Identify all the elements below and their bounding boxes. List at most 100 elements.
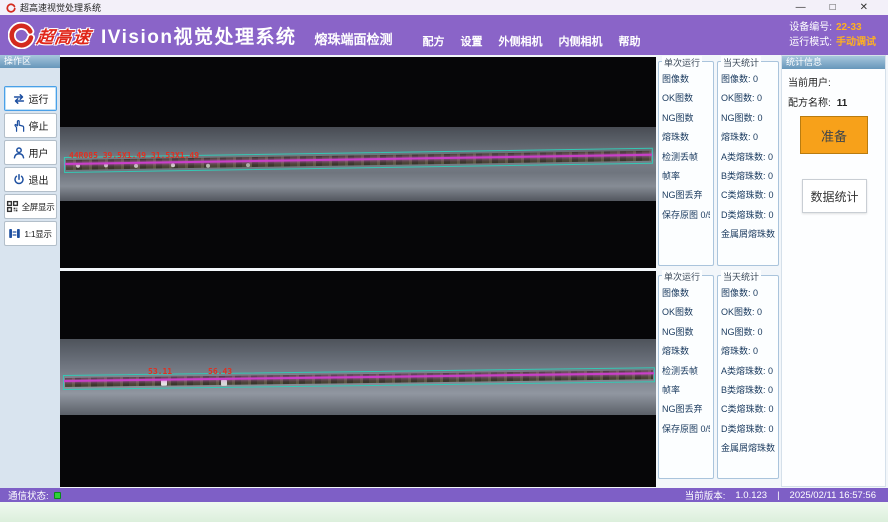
stat-row: 金属屑熔珠数: 0 bbox=[721, 441, 775, 460]
exit-button[interactable]: 退出 bbox=[4, 167, 57, 192]
data-statistics-button[interactable]: 数据统计 bbox=[802, 179, 867, 213]
recipe-name-value: 11 bbox=[837, 98, 848, 109]
stat-row: 熔珠数 bbox=[662, 344, 710, 363]
os-titlebar: 超高速视觉处理系统 — □ ✕ bbox=[0, 0, 888, 15]
groupbox-title: 当天统计 bbox=[721, 270, 761, 283]
page-title: IVision视觉处理系统 bbox=[101, 22, 296, 49]
single-run-stats-bottom: 单次运行 图像数 OK图数 NG图数 熔珠数 检测丢帧 帧率 NG图丢弃 保存原… bbox=[658, 275, 714, 479]
single-run-stats-top: 单次运行 图像数 OK图数 NG图数 熔珠数 检测丢帧 帧率 NG图丢弃 保存原… bbox=[658, 61, 714, 266]
annotation-text: 56.43 bbox=[208, 367, 232, 376]
logo-swoosh-icon bbox=[8, 22, 35, 49]
stat-row: 熔珠数: 0 bbox=[721, 344, 775, 363]
stat-row: C类熔珠数: 0 bbox=[721, 402, 775, 421]
stat-row: OK图数 bbox=[662, 305, 710, 324]
one-to-one-button[interactable]: 1:1显示 bbox=[4, 221, 57, 246]
stop-button-label: 停止 bbox=[29, 118, 49, 133]
stat-row: 帧率 bbox=[662, 169, 710, 188]
stat-row: 金属屑熔珠数: 0 bbox=[721, 227, 775, 246]
version-label: 当前版本: bbox=[685, 488, 726, 502]
window-title: 超高速视觉处理系统 bbox=[20, 1, 101, 14]
page-subtitle: 熔珠端面检测 bbox=[314, 29, 392, 48]
stop-hand-icon bbox=[12, 119, 26, 133]
camera-view-inner: 53.11 56.43 bbox=[60, 271, 656, 487]
user-button-label: 用户 bbox=[29, 145, 49, 160]
stat-row: 熔珠数: 0 bbox=[721, 130, 775, 149]
app-window: 超高速视觉处理系统 — □ ✕ 超高速 IVision视觉处理系统 熔珠端面检测… bbox=[0, 0, 888, 502]
stat-row: NG图数 bbox=[662, 325, 710, 344]
stat-row: NG图数: 0 bbox=[721, 325, 775, 344]
stat-row: C类熔珠数: 0 bbox=[721, 188, 775, 207]
recipe-name-label: 配方名称: bbox=[788, 98, 831, 109]
stat-row: OK图数: 0 bbox=[721, 305, 775, 324]
stat-row: NG图丢弃 bbox=[662, 402, 710, 421]
version-value: 1.0.123 bbox=[735, 490, 767, 501]
stat-row: A类熔珠数: 0 bbox=[721, 364, 775, 383]
stat-row: 检测丢帧 bbox=[662, 150, 710, 169]
comm-status-label: 通信状态: bbox=[8, 488, 49, 502]
stat-row: A类熔珠数: 0 bbox=[721, 150, 775, 169]
fullscreen-button-label: 全屏显示 bbox=[22, 201, 55, 213]
run-mode-label: 运行模式: bbox=[789, 37, 832, 48]
stat-row: 保存原图 0/500 bbox=[662, 422, 710, 441]
stat-row: 帧率 bbox=[662, 383, 710, 402]
brand-logo: 超高速 bbox=[8, 22, 91, 49]
app-header: 超高速 IVision视觉处理系统 熔珠端面检测 配方 设置 外侧相机 内侧相机… bbox=[0, 15, 888, 55]
operation-sidebar: 操作区 运行 停止 用户 退出 bbox=[0, 55, 60, 488]
stat-row: D类熔珠数: 0 bbox=[721, 422, 775, 441]
exit-button-label: 退出 bbox=[29, 172, 49, 187]
stat-row: B类熔珠数: 0 bbox=[721, 383, 775, 402]
user-icon bbox=[12, 146, 26, 160]
menu-item-settings[interactable]: 设置 bbox=[460, 33, 482, 49]
logo-text: 超高速 bbox=[35, 23, 93, 48]
stat-row: NG图丢弃 bbox=[662, 188, 710, 207]
device-id-value: 22-33 bbox=[836, 22, 862, 33]
menu-item-outer-camera[interactable]: 外侧相机 bbox=[498, 33, 542, 49]
device-info: 设备编号: 22-33 运行模式: 手动调试 bbox=[789, 20, 876, 51]
stat-row: 图像数 bbox=[662, 286, 710, 305]
stop-button[interactable]: 停止 bbox=[4, 113, 57, 138]
menu-item-inner-camera[interactable]: 内侧相机 bbox=[558, 33, 602, 49]
device-id-label: 设备编号: bbox=[789, 22, 832, 33]
stat-row: 图像数 bbox=[662, 72, 710, 91]
stat-row: NG图数: 0 bbox=[721, 111, 775, 130]
run-button[interactable]: 运行 bbox=[4, 86, 57, 111]
current-user-label: 当前用户: bbox=[788, 78, 831, 89]
stat-row: B类熔珠数: 0 bbox=[721, 169, 775, 188]
statistics-info-panel: 统计信息 当前用户: 配方名称: 11 准备 数据统计 bbox=[781, 55, 886, 487]
statistics-panel-header: 统计信息 bbox=[782, 56, 885, 69]
app-icon bbox=[6, 3, 16, 13]
close-icon[interactable]: ✕ bbox=[860, 0, 868, 15]
user-button[interactable]: 用户 bbox=[4, 140, 57, 165]
daily-stats-bottom: 当天统计 图像数: 0 OK图数: 0 NG图数: 0 熔珠数: 0 A类熔珠数… bbox=[717, 275, 779, 479]
annotation-text: 53.11 bbox=[148, 367, 172, 376]
stat-row: 保存原图 0/500 bbox=[662, 208, 710, 227]
camera-view-outer: 44R085 39.5X1.49 31.53X1.49 bbox=[60, 57, 656, 268]
run-icon bbox=[12, 92, 26, 106]
stat-row: 熔珠数 bbox=[662, 130, 710, 149]
one-to-one-icon bbox=[8, 227, 21, 240]
stat-row: 检测丢帧 bbox=[662, 364, 710, 383]
stat-row: OK图数: 0 bbox=[721, 91, 775, 110]
screen: 超高速视觉处理系统 — □ ✕ 超高速 IVision视觉处理系统 熔珠端面检测… bbox=[0, 0, 888, 522]
prepare-button[interactable]: 准备 bbox=[800, 116, 868, 154]
fullscreen-button[interactable]: 全屏显示 bbox=[4, 194, 57, 219]
datetime-value: 2025/02/11 16:57:56 bbox=[790, 490, 876, 501]
groupbox-title: 当天统计 bbox=[721, 56, 761, 69]
minimize-icon[interactable]: — bbox=[796, 0, 806, 15]
restore-icon[interactable]: □ bbox=[830, 0, 836, 15]
run-mode-value: 手动调试 bbox=[836, 37, 876, 48]
stat-row: 图像数: 0 bbox=[721, 72, 775, 91]
stat-row: NG图数 bbox=[662, 111, 710, 130]
groupbox-title: 单次运行 bbox=[662, 56, 702, 69]
power-icon bbox=[12, 173, 26, 187]
stat-row: D类熔珠数: 0 bbox=[721, 208, 775, 227]
status-bar: 通信状态: 当前版本: 1.0.123 | 2025/02/11 16:57:5… bbox=[0, 488, 888, 502]
desktop-background bbox=[0, 502, 888, 522]
one-to-one-button-label: 1:1显示 bbox=[24, 228, 51, 240]
menubar: 配方 设置 外侧相机 内侧相机 帮助 bbox=[422, 33, 640, 49]
menu-item-help[interactable]: 帮助 bbox=[618, 33, 640, 49]
daily-stats-top: 当天统计 图像数: 0 OK图数: 0 NG图数: 0 熔珠数: 0 A类熔珠数… bbox=[717, 61, 779, 266]
menu-item-recipe[interactable]: 配方 bbox=[422, 33, 444, 49]
stat-row: 图像数: 0 bbox=[721, 286, 775, 305]
run-button-label: 运行 bbox=[29, 91, 49, 106]
